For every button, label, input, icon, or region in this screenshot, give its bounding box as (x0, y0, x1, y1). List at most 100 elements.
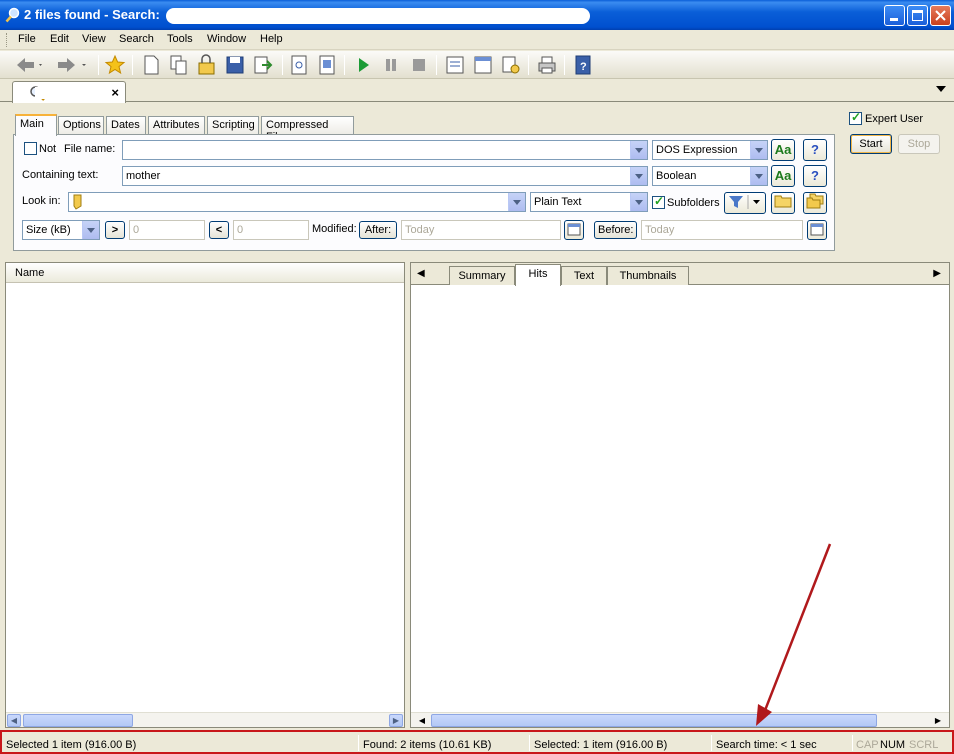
close-button[interactable] (930, 5, 951, 26)
size-unit-select[interactable]: Size (kB) (22, 220, 100, 240)
status-bar: Selected 1 item (916.00 B) Found: 2 item… (0, 730, 954, 754)
menu-edit[interactable]: Edit (46, 32, 73, 46)
not-checkbox[interactable] (24, 142, 37, 155)
tab-scroll-left-icon[interactable]: ◀ (417, 268, 425, 279)
right-horizontal-scrollbar[interactable]: ◀ ▶ (411, 712, 949, 727)
stop-icon[interactable] (408, 54, 430, 76)
tab-thumbnails[interactable]: Thumbnails (607, 266, 689, 285)
print-icon[interactable] (536, 54, 558, 76)
help-book-icon[interactable]: ? (572, 54, 594, 76)
chevron-down-icon[interactable] (630, 167, 647, 185)
status-scrl-indicator: SCRL (909, 739, 939, 751)
stop-button[interactable]: Stop (898, 134, 940, 154)
tab-compressed-files[interactable]: Compressed Files (261, 116, 354, 143)
menu-file[interactable]: File (14, 32, 40, 46)
chevron-down-icon[interactable] (508, 193, 525, 211)
chevron-down-icon[interactable] (630, 141, 647, 159)
subfolders-label: Subfolders (667, 197, 720, 209)
help-button[interactable]: ? (803, 139, 827, 161)
name-column-header[interactable]: Name (6, 263, 404, 283)
calendar-icon (567, 223, 581, 236)
chevron-down-icon[interactable] (630, 193, 647, 211)
scroll-thumb[interactable] (23, 714, 133, 727)
status-search-time: Search time: < 1 sec (716, 739, 817, 751)
folder-path-icon (73, 194, 82, 210)
after-calendar-button[interactable] (564, 220, 584, 240)
save-icon[interactable] (224, 54, 246, 76)
settings-gear-icon[interactable] (500, 54, 522, 76)
document-tab-strip: × (0, 80, 954, 103)
text-match-case-button[interactable]: Aa (771, 165, 795, 187)
minimize-button[interactable] (884, 5, 905, 26)
tab-scroll-right-icon[interactable]: ▶ (933, 268, 941, 279)
chevron-down-icon[interactable] (750, 141, 767, 159)
forward-icon[interactable] (54, 54, 88, 76)
scroll-right-icon[interactable]: ▶ (931, 714, 945, 727)
start-search-icon[interactable] (352, 54, 374, 76)
containing-text-label: Containing text: (22, 169, 99, 181)
tab-list-dropdown-icon[interactable] (936, 86, 946, 92)
match-case-button[interactable]: Aa (771, 139, 795, 161)
open-lock-icon[interactable] (196, 54, 218, 76)
search-document-tab[interactable]: × (12, 81, 126, 103)
name-header-label: Name (15, 267, 45, 279)
tab-hits[interactable]: Hits (515, 264, 561, 286)
file-name-combo[interactable] (122, 140, 648, 160)
less-than-button[interactable]: < (209, 221, 229, 239)
file-name-mode-select[interactable]: DOS Expression (652, 140, 768, 160)
tab-summary[interactable]: Summary (449, 266, 515, 285)
maximize-button[interactable] (907, 5, 928, 26)
split-view-icon[interactable] (472, 54, 494, 76)
chevron-down-icon[interactable] (750, 167, 767, 185)
menu-search[interactable]: Search (115, 32, 158, 46)
layout-icon[interactable] (444, 54, 466, 76)
folder-list-button[interactable] (803, 192, 827, 214)
before-calendar-button[interactable] (807, 220, 827, 240)
look-in-mode-select[interactable]: Plain Text (530, 192, 648, 212)
tab-attributes[interactable]: Attributes (148, 116, 205, 135)
after-button[interactable]: After: (359, 221, 397, 239)
size-min-input[interactable]: 0 (129, 220, 205, 240)
search-criteria-panel: Main Options Dates Attributes Scripting … (0, 103, 954, 258)
scroll-left-icon[interactable]: ◀ (415, 714, 429, 727)
export-icon[interactable] (252, 54, 274, 76)
menu-tools[interactable]: Tools (163, 32, 197, 46)
menu-window[interactable]: Window (203, 32, 250, 46)
before-button[interactable]: Before: (594, 221, 637, 239)
before-date-input[interactable]: Today (641, 220, 803, 240)
greater-than-button[interactable]: > (105, 221, 125, 239)
favorites-star-icon[interactable] (104, 54, 126, 76)
menu-help[interactable]: Help (256, 32, 287, 46)
preview-icon[interactable] (316, 54, 338, 76)
copy-icon[interactable] (168, 54, 190, 76)
tab-options[interactable]: Options (58, 116, 104, 135)
containing-text-combo[interactable]: mother (122, 166, 648, 186)
tab-text[interactable]: Text (561, 266, 607, 285)
preview-pane: ◀ Summary Hits Text Thumbnails ▶ ◀ ▶ (410, 262, 950, 728)
browse-folder-button[interactable] (771, 192, 795, 214)
menu-view[interactable]: View (78, 32, 110, 46)
start-button[interactable]: Start (850, 134, 892, 154)
scroll-right-icon[interactable]: ▶ (389, 714, 403, 727)
after-date-input[interactable]: Today (401, 220, 561, 240)
close-tab-icon[interactable]: × (111, 85, 119, 100)
subfolders-checkbox[interactable] (652, 194, 665, 209)
containing-text-value: mother (126, 170, 161, 182)
tab-dates[interactable]: Dates (106, 116, 146, 135)
look-in-combo[interactable] (68, 192, 526, 212)
scroll-left-icon[interactable]: ◀ (7, 714, 21, 727)
filter-button[interactable] (724, 192, 766, 214)
tab-main[interactable]: Main (15, 114, 57, 136)
left-horizontal-scrollbar[interactable]: ◀ ▶ (6, 712, 404, 727)
pause-icon[interactable] (380, 54, 402, 76)
containing-text-mode-select[interactable]: Boolean (652, 166, 768, 186)
redacted-tab-label (35, 87, 111, 99)
new-document-icon[interactable] (140, 54, 162, 76)
expert-user-checkbox[interactable] (849, 110, 862, 125)
back-icon[interactable] (14, 54, 44, 76)
chevron-down-icon[interactable] (82, 221, 99, 239)
size-max-input[interactable]: 0 (233, 220, 309, 240)
text-help-button[interactable]: ? (803, 165, 827, 187)
report-icon[interactable] (288, 54, 310, 76)
tab-scripting[interactable]: Scripting (207, 116, 259, 135)
